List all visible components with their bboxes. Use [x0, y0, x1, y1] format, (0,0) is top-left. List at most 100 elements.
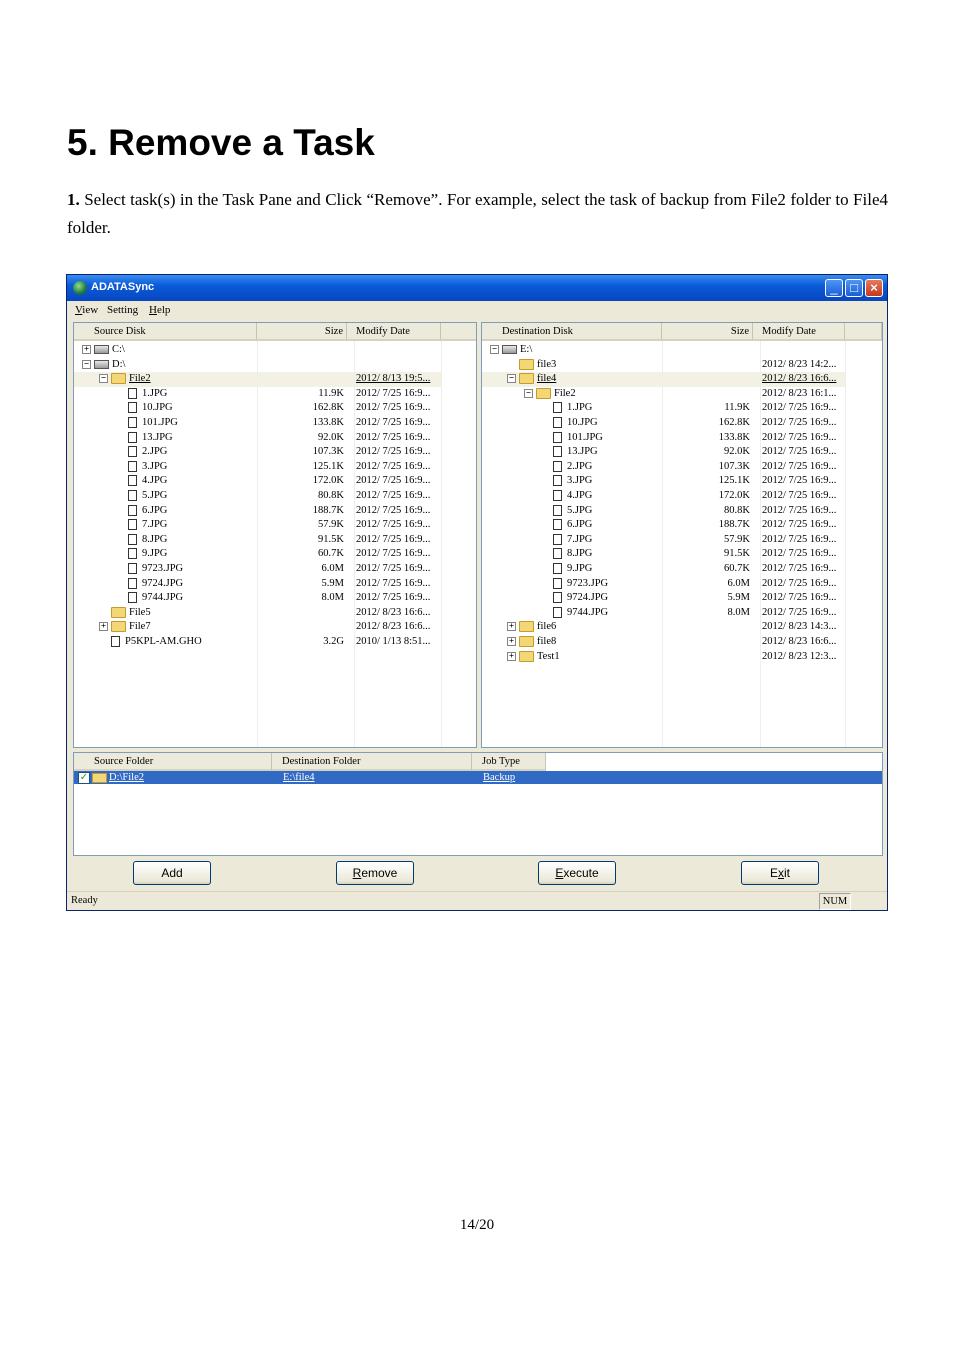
destination-disk-pane[interactable]: Destination Disk Size Modify Date − E:\ fi… [481, 322, 883, 748]
tree-row[interactable]: 9724.JPG 5.9M 2012/ 7/25 16:9... [482, 591, 845, 606]
destination-date-header[interactable]: Modify Date [753, 323, 845, 341]
task-pane[interactable]: Source Folder Destination Folder Job Typ… [73, 752, 883, 856]
tree-item-name: 10.JPG [541, 416, 598, 431]
task-source-cell: D:\File2 [109, 772, 145, 783]
tree-row[interactable]: 7.JPG 57.9K 2012/ 7/25 16:9... [482, 533, 845, 548]
source-date-header[interactable]: Modify Date [347, 323, 441, 341]
tree-item-date: 2012/ 8/23 14:3... [762, 621, 837, 633]
tree-row[interactable]: + Test1 2012/ 8/23 12:3... [482, 650, 845, 665]
source-disk-pane[interactable]: Source Disk Size Modify Date + C:\ − D:\ − Fi… [73, 322, 477, 748]
remove-button[interactable]: Remove [336, 861, 414, 885]
close-button[interactable]: × [865, 279, 883, 297]
tree-item-date: 2012/ 7/25 16:9... [356, 490, 431, 501]
tree-row[interactable]: 1.JPG 11.9K 2012/ 7/25 16:9... [482, 401, 845, 416]
tree-item-label: 6.JPG [567, 519, 593, 531]
destination-disk-header[interactable]: Destination Disk [482, 323, 662, 341]
tree-item-name: 3.JPG [541, 474, 592, 489]
tree-item-size: 5.9M [727, 592, 750, 604]
tree-row[interactable]: 9723.JPG 6.0M 2012/ 7/25 16:9... [482, 577, 845, 592]
task-destination-header[interactable]: Destination Folder [272, 753, 472, 771]
exit-button[interactable]: Exit [741, 861, 819, 885]
tree-item-name: + File7 [99, 620, 151, 635]
add-button[interactable]: Add [133, 861, 211, 885]
task-checkbox[interactable]: ✓ [78, 772, 90, 784]
tree-row[interactable]: 5.JPG 80.8K 2012/ 7/25 16:9... [482, 504, 845, 519]
collapse-icon[interactable]: − [82, 359, 91, 369]
source-size-header[interactable]: Size [257, 323, 347, 341]
tree-item-date: 2012/ 7/25 16:9... [356, 548, 431, 560]
tree-item-size: 80.8K [724, 504, 750, 516]
step-number: 1. [67, 190, 80, 209]
tree-row[interactable]: − File2 2012/ 8/23 16:1... [482, 387, 845, 402]
title-bar[interactable]: ADATASync _ □ × [67, 275, 887, 301]
tree-row[interactable]: 2.JPG 107.3K 2012/ 7/25 16:9... [482, 460, 845, 475]
tree-item-date: 2012/ 8/23 16:1... [762, 387, 837, 399]
file-icon [128, 490, 137, 502]
tree-row[interactable]: 101.JPG 133.8K 2012/ 7/25 16:9... [482, 431, 845, 446]
column-gridline [662, 341, 663, 747]
tree-row[interactable]: + file6 2012/ 8/23 14:3... [482, 620, 845, 635]
tree-item-name: − E:\ [490, 343, 532, 358]
tree-row[interactable]: 4.JPG 172.0K 2012/ 7/25 16:9... [482, 489, 845, 504]
collapse-icon[interactable]: − [490, 345, 499, 355]
expand-icon[interactable]: + [507, 651, 516, 661]
tree-row[interactable]: file3 2012/ 8/23 14:2... [482, 358, 845, 373]
source-disk-header[interactable]: Source Disk [74, 323, 257, 341]
tree-item-date: 2012/ 7/25 16:9... [356, 387, 431, 399]
tree-row[interactable]: 9744.JPG 8.0M 2012/ 7/25 16:9... [482, 606, 845, 621]
collapse-icon[interactable]: − [524, 388, 533, 398]
collapse-icon[interactable]: − [99, 374, 108, 384]
tree-item-label: E:\ [520, 344, 533, 355]
tree-item-name: − D:\ [82, 358, 125, 373]
expand-icon[interactable]: + [99, 622, 108, 632]
expand-icon[interactable]: + [507, 637, 516, 647]
tree-item-date: 2012/ 8/23 14:2... [762, 358, 837, 370]
tree-item-size: 60.7K [724, 563, 750, 574]
file-icon [553, 548, 562, 560]
menu-setting[interactable]: Setting [107, 304, 138, 316]
tree-row[interactable]: 8.JPG 91.5K 2012/ 7/25 16:9... [482, 547, 845, 562]
tree-row[interactable]: 10.JPG 162.8K 2012/ 7/25 16:9... [482, 416, 845, 431]
file-icon [553, 519, 562, 531]
tree-item-name: 2.JPG [541, 460, 592, 475]
task-row[interactable]: ✓ D:\File2 E:\file4 Backup [74, 771, 882, 784]
minimize-button[interactable]: _ [825, 279, 843, 297]
tree-row[interactable]: 13.JPG 92.0K 2012/ 7/25 16:9... [482, 445, 845, 460]
destination-size-header[interactable]: Size [662, 323, 753, 341]
column-gridline [760, 341, 761, 747]
tree-item-size: 3.2G [323, 636, 344, 647]
tree-item-date: 2012/ 7/25 16:9... [762, 460, 837, 472]
tree-item-size: 57.9K [724, 533, 750, 545]
tree-item-name: 6.JPG [116, 504, 167, 519]
task-source-header[interactable]: Source Folder [74, 753, 272, 771]
tree-item-size: 162.8K [312, 402, 344, 414]
tree-row[interactable]: 6.JPG 188.7K 2012/ 7/25 16:9... [482, 518, 845, 533]
tree-item-name: − File2 [99, 372, 151, 387]
instruction-text: Select task(s) in the Task Pane and Clic… [67, 190, 888, 237]
menu-view[interactable]: View [75, 304, 98, 316]
tree-item-name: 2.JPG [116, 445, 167, 460]
tree-row[interactable]: − E:\ [482, 343, 845, 358]
collapse-icon[interactable]: − [507, 374, 516, 384]
expand-icon[interactable]: + [507, 622, 516, 632]
file-icon [128, 548, 137, 560]
file-icon [128, 387, 137, 399]
file-icon [553, 431, 562, 443]
file-icon [111, 636, 120, 648]
tree-item-size: 92.0K [724, 446, 750, 458]
tree-item-date: 2012/ 8/23 16:6... [762, 636, 837, 647]
tree-row[interactable]: + file8 2012/ 8/23 16:6... [482, 635, 845, 650]
tree-item-name: 9724.JPG [116, 577, 183, 592]
tree-row[interactable]: 9.JPG 60.7K 2012/ 7/25 16:9... [482, 562, 845, 577]
tree-item-label: File2 [554, 387, 576, 399]
execute-button[interactable]: Execute [538, 861, 616, 885]
tree-row[interactable]: − file4 2012/ 8/23 16:6... [482, 372, 845, 387]
expand-icon[interactable]: + [82, 345, 91, 355]
maximize-button[interactable]: □ [845, 279, 863, 297]
tree-row[interactable]: 3.JPG 125.1K 2012/ 7/25 16:9... [482, 474, 845, 489]
menu-help[interactable]: Help [149, 304, 170, 316]
task-type-header[interactable]: Job Type [472, 753, 546, 771]
tree-item-label: 2.JPG [567, 460, 593, 472]
tree-item-label: 9724.JPG [142, 577, 184, 589]
tree-item-date: 2012/ 7/25 16:9... [356, 533, 431, 545]
